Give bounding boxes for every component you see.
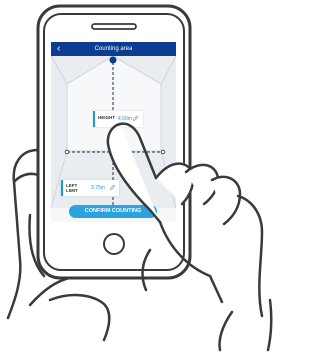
pointing-hand — [106, 122, 273, 352]
illustration: ‹ Counting area HEIGHT 4.50m LEFT LIMIT … — [0, 0, 278, 353]
